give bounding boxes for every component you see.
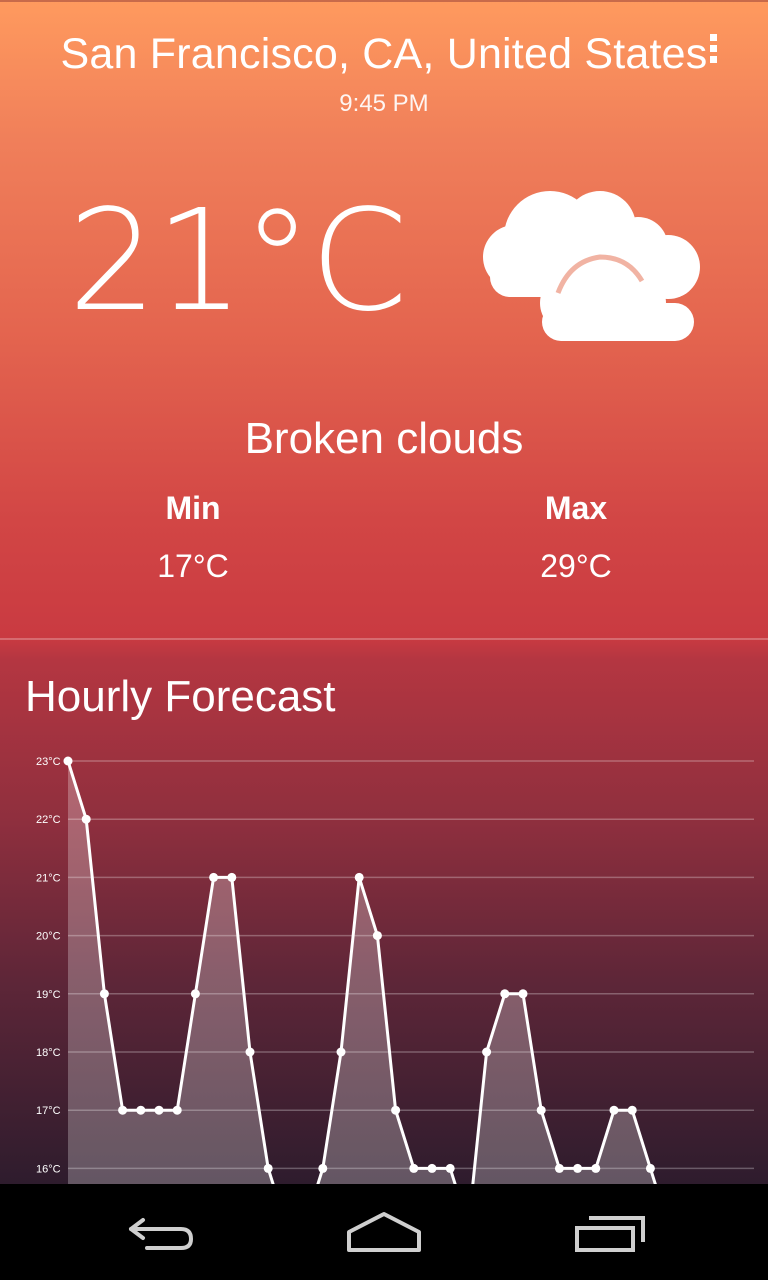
data-point <box>227 872 237 882</box>
data-point <box>609 1105 619 1115</box>
data-point <box>554 1163 564 1173</box>
data-point <box>245 1047 255 1057</box>
data-point <box>354 872 364 882</box>
data-point <box>136 1105 146 1115</box>
min-value: 17°C <box>157 548 229 584</box>
data-point <box>118 1105 128 1115</box>
max-value: 29°C <box>540 548 612 584</box>
series-area <box>68 761 669 1184</box>
hourly-forecast-title: Hourly Forecast <box>25 672 336 721</box>
data-point <box>500 989 510 999</box>
back-icon[interactable] <box>105 1198 215 1268</box>
broken-clouds-icon <box>483 191 700 341</box>
section-divider <box>0 638 768 640</box>
y-tick-label: 22°C <box>36 814 61 826</box>
data-point <box>391 1105 401 1115</box>
data-point <box>518 989 528 999</box>
location-title: San Francisco, CA, United States <box>60 30 708 78</box>
current-time: 9:45 PM <box>339 90 429 117</box>
y-tick-label: 20°C <box>36 931 61 943</box>
data-point <box>536 1105 546 1115</box>
y-tick-label: 16°C <box>36 1163 61 1175</box>
overflow-menu-icon[interactable] <box>703 34 723 70</box>
data-point <box>263 1163 273 1173</box>
data-point <box>99 989 109 999</box>
status-bar-strip <box>0 0 768 2</box>
data-point <box>172 1105 182 1115</box>
y-tick-label: 19°C <box>36 989 61 1001</box>
data-point <box>573 1163 583 1173</box>
data-point <box>81 814 91 824</box>
navigation-bar <box>0 1184 768 1280</box>
min-label: Min <box>165 490 221 526</box>
data-point <box>445 1163 455 1173</box>
weather-screen: San Francisco, CA, United States 9:45 PM… <box>0 0 768 1184</box>
data-point <box>209 872 219 882</box>
data-point <box>63 756 73 766</box>
data-point <box>190 989 200 999</box>
hourly-forecast-chart: 23°C 22°C 21°C 20°C 19°C 18°C 17°C 16°C <box>36 756 754 1184</box>
data-point <box>482 1047 492 1057</box>
max-label: Max <box>544 490 608 526</box>
data-point <box>645 1163 655 1173</box>
y-tick-label: 21°C <box>36 872 61 884</box>
data-point <box>336 1047 346 1057</box>
weather-condition: Broken clouds <box>244 414 524 463</box>
data-point <box>372 931 382 941</box>
data-point <box>427 1163 437 1173</box>
home-icon[interactable] <box>329 1198 439 1268</box>
y-tick-label: 17°C <box>36 1105 61 1117</box>
y-tick-label: 18°C <box>36 1047 61 1059</box>
current-temperature: 21°C <box>68 180 408 343</box>
data-point <box>318 1163 328 1173</box>
data-point <box>154 1105 164 1115</box>
y-tick-label: 23°C <box>36 756 61 768</box>
data-point <box>591 1163 601 1173</box>
data-point <box>627 1105 637 1115</box>
data-point <box>409 1163 419 1173</box>
recents-icon[interactable] <box>555 1198 665 1268</box>
